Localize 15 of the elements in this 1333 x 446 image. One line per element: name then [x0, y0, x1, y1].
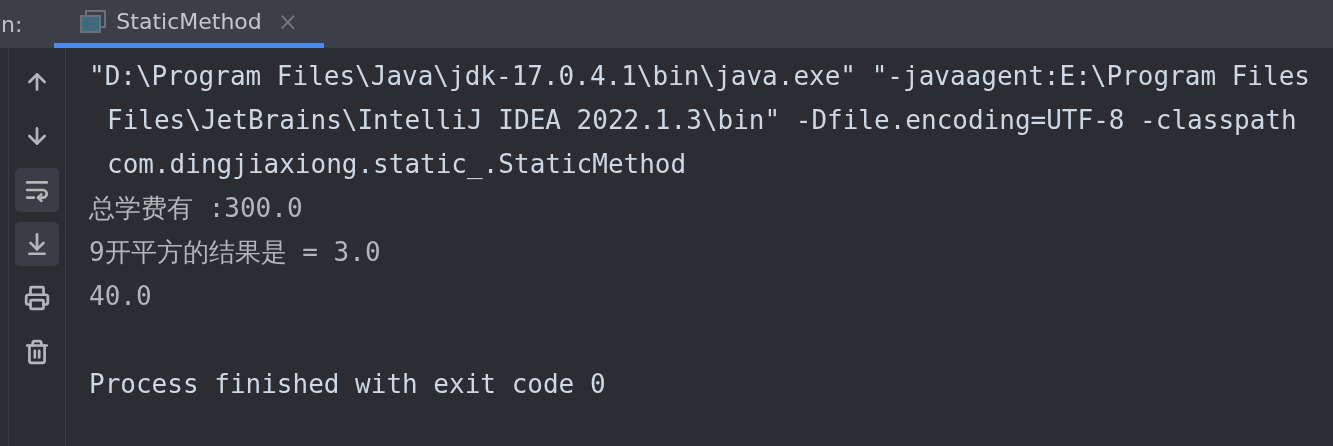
scroll-to-end-button[interactable] — [15, 222, 59, 266]
output-line: 40.0 — [89, 280, 152, 313]
trash-icon — [24, 339, 50, 365]
output-line: 9开平方的结果是 = 3.0 — [89, 236, 381, 269]
tab-label: StaticMethod — [116, 8, 262, 36]
soft-wrap-button[interactable] — [15, 168, 59, 212]
output-line: 总学费有 :300.0 — [89, 192, 303, 225]
command-line: "D:\Program Files\Java\jdk-17.0.4.1\bin\java.exe" "-javaagent:E:\Program Files — [89, 60, 1310, 93]
exit-message: Process finished with exit code 0 — [89, 368, 606, 401]
command-line: com.dingjiaxiong.static_.StaticMethod — [107, 148, 687, 181]
command-line: Files\JetBrains\IntelliJ IDEA 2022.1.3\bin" -Dfile.encoding=UTF-8 -classpath — [107, 104, 1297, 137]
tab[interactable]: StaticMethod × — [54, 0, 324, 48]
console-window-icon — [80, 9, 107, 34]
print-icon — [24, 285, 50, 311]
tool-window-label: n: — [1, 10, 23, 39]
